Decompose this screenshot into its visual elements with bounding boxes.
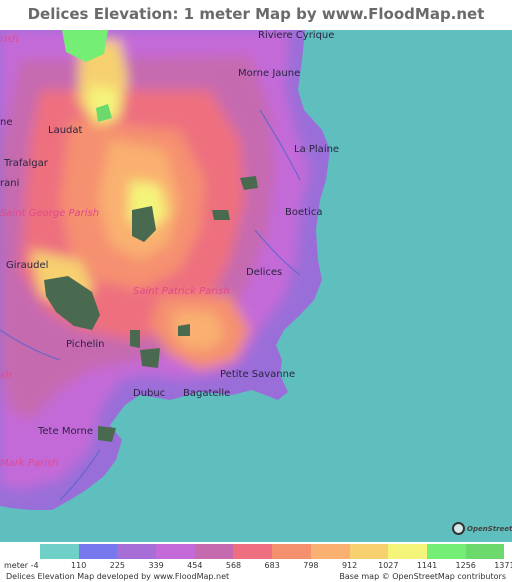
legend-swatch-1 <box>78 544 118 559</box>
footer-credit: Delices Elevation Map developed by www.F… <box>6 572 230 581</box>
legend-tick-10: 1141 <box>416 561 438 570</box>
legend-ticks: meter -4 110 225 339 454 568 683 798 912 1027 1141… <box>0 561 512 572</box>
legend-tick-5: 568 <box>225 561 242 570</box>
magnifier-icon <box>452 522 465 535</box>
legend-tick-7: 798 <box>303 561 319 570</box>
elevation-legend: meter -4 110 225 339 454 568 683 798 912 1027 1141… <box>0 542 512 582</box>
legend-tick-12: 1371 <box>494 561 512 570</box>
parish-sh: sh <box>0 370 12 381</box>
legend-swatch-10 <box>426 544 466 559</box>
parish-saint-george: Saint George Parish <box>0 208 100 219</box>
legend-tick-3: 339 <box>148 561 164 570</box>
legend-tick-2: 225 <box>109 561 126 570</box>
page-title: Delices Elevation: 1 meter Map by www.Fl… <box>0 0 512 51</box>
place-bagatelle[interactable]: Bagatelle <box>183 388 230 399</box>
place-tete-morne[interactable]: Tete Morne <box>38 426 93 437</box>
legend-tick-0: meter -4 <box>4 561 39 570</box>
legend-tick-8: 912 <box>341 561 358 570</box>
footer: Delices Elevation Map developed by www.F… <box>0 572 512 582</box>
place-laudat[interactable]: Laudat <box>48 125 82 136</box>
legend-tick-1: 110 <box>71 561 87 570</box>
place-petite-savanne[interactable]: Petite Savanne <box>220 369 295 380</box>
legend-swatch-7 <box>310 544 350 559</box>
place-riviere-cyrique[interactable]: Riviere Cyrique <box>258 30 334 41</box>
legend-swatch-11 <box>465 544 505 559</box>
legend-tick-9: 1027 <box>378 561 399 570</box>
osm-logo[interactable]: OpenStreetMap <box>452 522 512 535</box>
place-rani[interactable]: rani <box>0 178 19 189</box>
legend-swatch-2 <box>117 544 157 559</box>
legend-swatch-3 <box>156 544 195 559</box>
legend-swatches <box>40 544 505 559</box>
parish-saint-patrick: Saint Patrick Parish <box>133 286 230 297</box>
place-giraudel[interactable]: Giraudel <box>6 260 48 271</box>
place-morne-jaune[interactable]: Morne Jaune <box>238 68 300 79</box>
place-dubuc[interactable]: Dubuc <box>133 388 165 399</box>
legend-swatch-6 <box>272 544 311 559</box>
elevation-map[interactable]: Riviere Cyrique Morne Jaune Laudat Trafa… <box>0 30 512 542</box>
place-pichelin[interactable]: Pichelin <box>66 339 104 350</box>
legend-swatch-5 <box>233 544 273 559</box>
footer-basemap[interactable]: Base map © OpenStreetMap contributors <box>339 572 506 581</box>
legend-tick-4: 454 <box>187 561 203 570</box>
parish-rish: rish <box>0 34 19 45</box>
place-la-plaine[interactable]: La Plaine <box>294 144 339 155</box>
parish-mark: Mark Parish <box>0 458 59 469</box>
legend-swatch-8 <box>349 544 389 559</box>
place-trafalgar[interactable]: Trafalgar <box>4 158 48 169</box>
legend-swatch-4 <box>194 544 234 559</box>
terrain-layer <box>0 30 512 542</box>
legend-tick-6: 683 <box>264 561 280 570</box>
legend-swatch-9 <box>388 544 427 559</box>
legend-swatch-0 <box>40 544 79 559</box>
place-delices[interactable]: Delices <box>246 267 282 278</box>
legend-tick-11: 1256 <box>455 561 476 570</box>
place-ne[interactable]: ne <box>0 117 13 128</box>
place-boetica[interactable]: Boetica <box>285 207 322 218</box>
